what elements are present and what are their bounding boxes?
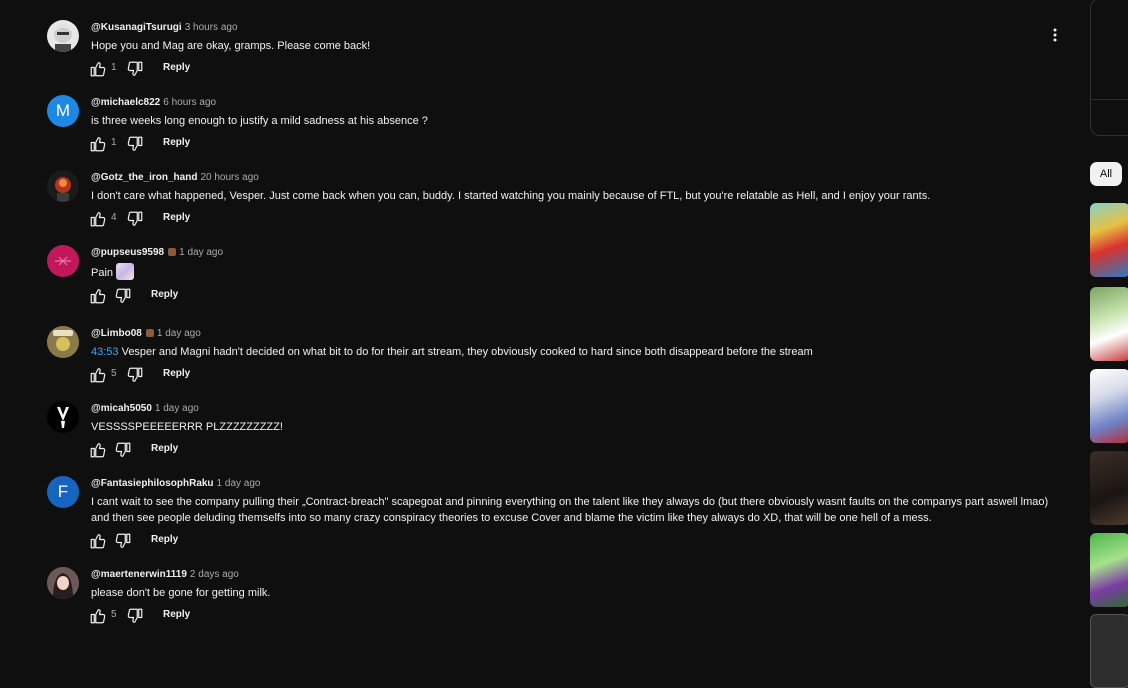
- comment-author[interactable]: @michaelc822: [91, 97, 160, 108]
- more-vert-icon[interactable]: [1048, 27, 1062, 43]
- member-badge-icon: [168, 248, 177, 256]
- video-thumbnail[interactable]: [1090, 287, 1128, 361]
- thumbs-up-icon[interactable]: [89, 210, 107, 228]
- thumbs-down-icon[interactable]: [114, 532, 132, 550]
- comment-text: 43:53 Vesper and Magni hadn't decided on…: [91, 344, 1058, 360]
- reply-button[interactable]: Reply: [151, 289, 178, 300]
- comment-actions: 1 Reply: [89, 60, 1058, 78]
- comment-author[interactable]: @Gotz_the_iron_hand: [91, 172, 197, 183]
- reply-button[interactable]: Reply: [163, 212, 190, 223]
- reply-button[interactable]: Reply: [163, 137, 190, 148]
- comment-text: is three weeks long enough to justify a …: [91, 115, 428, 127]
- comment-text: Hope you and Mag are okay, gramps. Pleas…: [91, 40, 371, 52]
- thumbs-down-icon[interactable]: [126, 607, 144, 625]
- avatar-letter: F: [57, 482, 69, 501]
- timestamp-link[interactable]: 43:53: [91, 346, 119, 358]
- thumbs-down-icon[interactable]: [126, 366, 144, 384]
- thumbs-up-icon[interactable]: [89, 60, 107, 78]
- comment-author[interactable]: @FantasiephilosophRaku: [91, 478, 214, 489]
- avatar[interactable]: [47, 245, 79, 277]
- comment-text: VESSSSPEEEEERRR PLZZZZZZZZZ!: [91, 421, 283, 433]
- avatar[interactable]: [47, 20, 79, 52]
- comment-text: please don't be gone for getting milk.: [91, 587, 271, 599]
- comment-time[interactable]: 1 day ago: [157, 328, 201, 339]
- comment-time[interactable]: 1 day ago: [155, 403, 199, 414]
- avatar[interactable]: [47, 401, 79, 433]
- video-thumbnail[interactable]: [1090, 451, 1128, 525]
- video-thumbnail[interactable]: [1090, 533, 1128, 607]
- avatar[interactable]: [47, 170, 79, 202]
- thumbs-up-icon[interactable]: [89, 532, 107, 550]
- comment-author[interactable]: @Limbo08: [91, 328, 142, 339]
- thumbs-down-icon[interactable]: [126, 60, 144, 78]
- chat-panel: [1090, 0, 1128, 136]
- reply-button[interactable]: Reply: [163, 609, 190, 620]
- like-count: 1: [111, 62, 117, 73]
- comment-time[interactable]: 6 hours ago: [163, 97, 216, 108]
- reply-button[interactable]: Reply: [163, 368, 190, 379]
- avatar[interactable]: [47, 567, 79, 599]
- comment-text: I don't care what happened, Vesper. Just…: [91, 190, 931, 202]
- member-badge-icon: [145, 329, 154, 337]
- comment-author[interactable]: @maertenerwin1119: [91, 569, 187, 580]
- comment-actions: Reply: [89, 532, 1058, 550]
- avatar-letter: M: [55, 101, 71, 120]
- like-count: 5: [111, 609, 117, 620]
- video-thumbnail[interactable]: [1090, 203, 1128, 277]
- comment-author[interactable]: @pupseus9598: [91, 247, 164, 258]
- avatar[interactable]: F: [47, 476, 79, 508]
- comment-actions: 5 Reply: [89, 607, 1058, 625]
- reply-button[interactable]: Reply: [151, 443, 178, 454]
- comment-actions: 1 Reply: [89, 135, 1058, 153]
- comment-actions: 5 Reply: [89, 366, 1058, 384]
- comment-actions: 4 Reply: [89, 210, 1058, 228]
- comment-actions: Reply: [89, 287, 1058, 305]
- reply-button[interactable]: Reply: [163, 62, 190, 73]
- thumbs-up-icon[interactable]: [89, 607, 107, 625]
- comment-time[interactable]: 20 hours ago: [200, 172, 258, 183]
- thumbs-up-icon[interactable]: [89, 366, 107, 384]
- comment-actions: Reply: [89, 441, 1058, 459]
- comment-text: Pain: [91, 263, 1058, 281]
- like-count: 4: [111, 212, 117, 223]
- comment-author[interactable]: @KusanagiTsurugi: [91, 22, 182, 33]
- thumbs-down-icon[interactable]: [114, 287, 132, 305]
- video-thumbnail[interactable]: [1090, 369, 1128, 443]
- comment-time[interactable]: 1 day ago: [179, 247, 223, 258]
- thumbs-up-icon[interactable]: [89, 441, 107, 459]
- thumbs-up-icon[interactable]: [89, 287, 107, 305]
- chip-all[interactable]: All: [1090, 162, 1122, 186]
- comment-author[interactable]: @micah5050: [91, 403, 152, 414]
- video-thumbnail[interactable]: [1090, 614, 1128, 688]
- comment-text-content: Vesper and Magni hadn't decided on what …: [118, 346, 813, 358]
- avatar[interactable]: M: [47, 95, 79, 127]
- thumbs-down-icon[interactable]: [114, 441, 132, 459]
- thumbs-down-icon[interactable]: [126, 210, 144, 228]
- thumbs-up-icon[interactable]: [89, 135, 107, 153]
- avatar[interactable]: [47, 326, 79, 358]
- thumbs-down-icon[interactable]: [126, 135, 144, 153]
- comment-text-content: Pain: [91, 267, 114, 279]
- comment-time[interactable]: 2 days ago: [190, 569, 239, 580]
- comment-time[interactable]: 3 hours ago: [185, 22, 238, 33]
- divider: [1091, 99, 1128, 100]
- sidebar-recommendations: All: [1090, 0, 1128, 688]
- comment-text: I cant wait to see the company pulling t…: [91, 496, 1049, 524]
- reply-button[interactable]: Reply: [151, 534, 178, 545]
- comment-time[interactable]: 1 day ago: [217, 478, 261, 489]
- like-count: 1: [111, 137, 117, 148]
- like-count: 5: [111, 368, 117, 379]
- custom-emoji-icon: [116, 263, 135, 280]
